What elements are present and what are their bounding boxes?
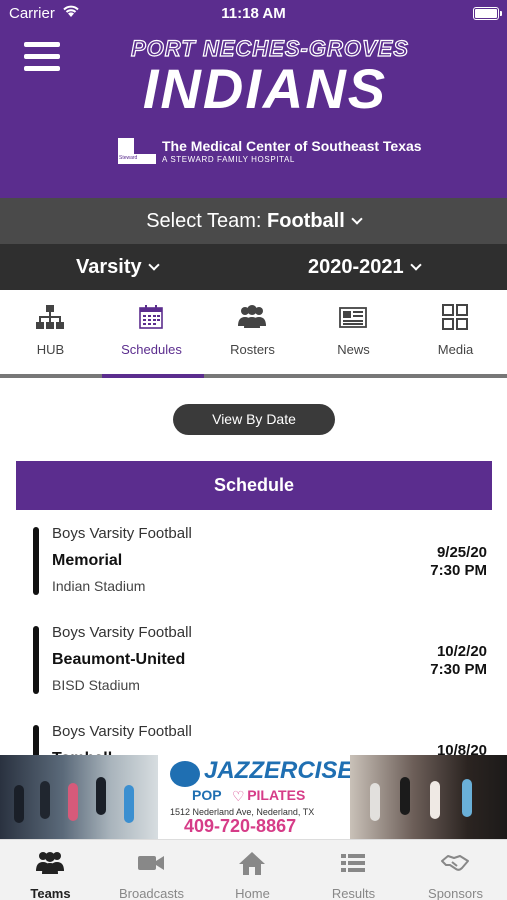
video-camera-icon <box>138 856 164 870</box>
list-item[interactable]: Boys Varsity Football Memorial Indian St… <box>0 517 507 607</box>
app-header: Carrier 11:18 AM PORT NECHES-GROVES INDI… <box>0 0 507 198</box>
tab-label: News <box>337 342 370 357</box>
status-bar: Carrier 11:18 AM <box>0 0 507 28</box>
game-datetime: 9/25/20 7:30 PM <box>430 544 487 580</box>
bottom-tab-label: Home <box>235 886 270 900</box>
schedule-header: Schedule <box>16 461 492 510</box>
tab-rosters[interactable]: Rosters <box>202 290 303 374</box>
game-opponent: Beaumont-United <box>52 651 186 668</box>
game-location: BISD Stadium <box>52 677 140 693</box>
chevron-down-icon <box>409 259 422 271</box>
team-selector-label: Select Team: <box>146 210 262 232</box>
season-selector[interactable]: 2020-2021 <box>308 256 422 279</box>
game-date: 10/2/20 <box>436 643 487 660</box>
bottom-tab-label: Results <box>331 886 376 900</box>
calendar-icon <box>139 305 163 329</box>
bottom-tab-bar: Teams Broadcasts Home Results Sponsors <box>0 839 507 900</box>
bottom-tab-broadcasts[interactable]: Broadcasts <box>101 840 202 900</box>
battery-icon <box>473 7 502 20</box>
bottom-tab-results[interactable]: Results <box>303 840 404 900</box>
ad-tagline: POP PILATES <box>192 787 305 803</box>
steward-logo: Steward <box>118 138 156 164</box>
game-team: Boys Varsity Football <box>52 624 192 641</box>
ad-brand: JAZZERCISE <box>204 757 354 784</box>
ad-phone: 409-720-8867 <box>184 816 297 836</box>
ad-photo-left <box>0 755 158 839</box>
ad-pilates: PILATES <box>247 787 306 803</box>
tab-media[interactable]: Media <box>405 290 506 374</box>
game-time: 7:30 PM <box>430 661 487 678</box>
tab-label: HUB <box>36 342 65 357</box>
bottom-tab-label: Teams <box>30 886 71 900</box>
tab-hub[interactable]: HUB <box>0 290 101 374</box>
tab-schedules[interactable]: Schedules <box>101 290 202 374</box>
section-tabs: HUB Schedules Rosters News Media <box>0 290 507 378</box>
team-icon <box>36 852 64 874</box>
tab-label: Schedules <box>121 342 182 357</box>
header-sponsor-subtitle: A STEWARD FAMILY HOSPITAL <box>162 155 295 164</box>
tab-label: Rosters <box>230 342 275 357</box>
game-time: 7:30 PM <box>430 562 487 579</box>
bottom-tab-label: Sponsors <box>428 886 483 900</box>
ad-photo-right <box>350 755 507 839</box>
game-marker <box>33 626 39 694</box>
level-season-bar: Varsity 2020-2021 <box>0 244 507 290</box>
bottom-tab-label: Broadcasts <box>118 886 185 900</box>
tab-news[interactable]: News <box>303 290 404 374</box>
season-value: 2020-2021 <box>308 256 404 278</box>
people-icon <box>238 305 266 328</box>
clock: 11:18 AM <box>221 5 286 22</box>
ad-banner[interactable]: JAZZERCISE POP PILATES ♡ 1512 Nederland … <box>0 755 507 839</box>
level-selector[interactable]: Varsity <box>76 256 160 279</box>
game-team: Boys Varsity Football <box>52 525 192 542</box>
team-selector[interactable]: Select Team: Football <box>0 198 507 244</box>
home-icon <box>239 852 265 875</box>
ad-pop: POP <box>192 787 222 803</box>
game-date: 9/25/20 <box>436 544 487 561</box>
game-marker <box>33 527 39 595</box>
header-sponsor-name: The Medical Center of Southeast Texas <box>162 138 422 154</box>
tab-underline <box>0 374 507 378</box>
bottom-tab-sponsors[interactable]: Sponsors <box>405 840 506 900</box>
list-item[interactable]: Boys Varsity Football Beaumont-United BI… <box>0 616 507 706</box>
game-opponent: Memorial <box>52 552 123 569</box>
game-location: Indian Stadium <box>52 578 146 594</box>
level-value: Varsity <box>76 256 142 278</box>
bottom-tab-teams[interactable]: Teams <box>0 840 101 900</box>
chevron-down-icon <box>147 259 160 271</box>
view-by-date-button[interactable]: View By Date <box>173 404 335 435</box>
list-icon <box>341 854 365 872</box>
jazzercise-logo <box>170 761 200 787</box>
chevron-down-icon <box>351 213 363 225</box>
handshake-icon <box>441 855 469 871</box>
team-selector-value: Football <box>267 210 345 232</box>
hierarchy-icon <box>36 305 64 329</box>
active-tab-indicator <box>102 374 204 378</box>
game-datetime: 10/2/20 7:30 PM <box>430 643 487 679</box>
heart-icon: ♡ <box>232 788 245 804</box>
hamburger-menu-icon[interactable] <box>24 42 60 74</box>
bottom-tab-home[interactable]: Home <box>202 840 303 900</box>
tab-label: Media <box>437 342 474 357</box>
team-name-logo: INDIANS <box>142 57 388 120</box>
game-team: Boys Varsity Football <box>52 723 192 740</box>
newspaper-icon <box>339 307 367 328</box>
grid-icon <box>442 304 468 330</box>
